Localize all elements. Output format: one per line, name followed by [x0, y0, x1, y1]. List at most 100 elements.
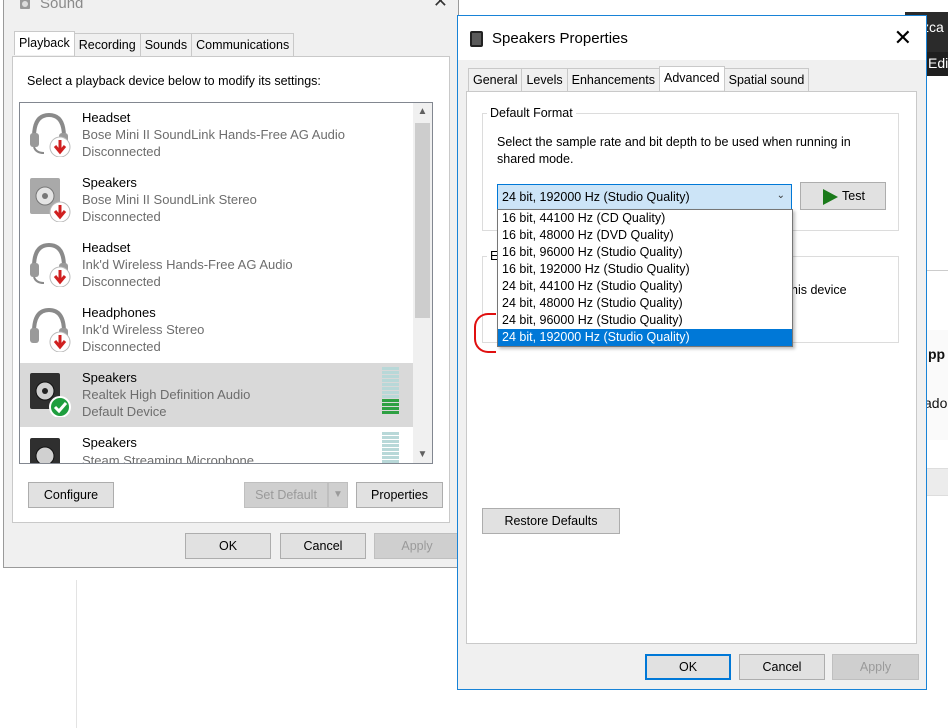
sample-rate-select[interactable]: 24 bit, 192000 Hz (Studio Quality) ⌄ [497, 184, 792, 210]
device-description: Steam Streaming Microphone [82, 453, 254, 464]
level-meter-segment [382, 460, 399, 463]
level-meter-segment [382, 387, 399, 390]
sample-rate-dropdown-list[interactable]: 16 bit, 44100 Hz (CD Quality) 16 bit, 480… [497, 209, 793, 347]
level-meter-segment [382, 444, 399, 447]
tab-sounds[interactable]: Sounds [139, 33, 193, 57]
list-item[interactable]: Headset Ink'd Wireless Hands-Free AG Aud… [20, 233, 413, 297]
background-divider [76, 580, 77, 728]
speaker-icon [470, 31, 483, 47]
background-text-fragment: ado [924, 395, 948, 411]
sound-dialog: Sound ✕ Playback Recording Sounds Commun… [3, 0, 460, 568]
close-icon[interactable]: ✕ [433, 0, 448, 12]
cancel-button[interactable]: Cancel [739, 654, 825, 680]
list-item[interactable]: Headset Bose Mini II SoundLink Hands-Fre… [20, 103, 413, 167]
device-list-scrollbar[interactable]: ▲ ▼ [413, 103, 432, 463]
ok-button[interactable]: OK [645, 654, 731, 680]
device-description: Bose Mini II SoundLink Hands-Free AG Aud… [82, 127, 346, 142]
tab-advanced[interactable]: Advanced [659, 66, 725, 90]
test-button[interactable]: Test [800, 182, 886, 210]
level-meter-segment [382, 395, 399, 398]
list-item[interactable]: Headphones Ink'd Wireless Stereo Disconn… [20, 298, 413, 362]
device-status: Disconnected [82, 274, 161, 289]
level-meter-segment [382, 448, 399, 451]
set-default-button[interactable]: Set Default [244, 482, 328, 508]
device-description: Realtek High Definition Audio [82, 387, 251, 402]
device-description: Ink'd Wireless Stereo [82, 322, 205, 337]
dropdown-option[interactable]: 16 bit, 192000 Hz (Studio Quality) [498, 261, 792, 278]
level-meter-segment [382, 411, 399, 414]
dropdown-option[interactable]: 24 bit, 192000 Hz (Studio Quality) [498, 329, 792, 346]
device-name: Headset [82, 240, 131, 255]
tab-general[interactable]: General [468, 68, 523, 92]
sound-tabs: Playback Recording Sounds Communications [14, 31, 295, 57]
restore-defaults-button[interactable]: Restore Defaults [482, 508, 620, 534]
scroll-up-icon[interactable]: ▲ [413, 103, 432, 120]
level-meter-segment [382, 456, 399, 459]
sound-dialog-titlebar: Sound [18, 0, 83, 17]
ok-button[interactable]: OK [185, 533, 271, 559]
dropdown-option[interactable]: 24 bit, 48000 Hz (Studio Quality) [498, 295, 792, 312]
tab-enhancements[interactable]: Enhancements [566, 68, 661, 92]
level-meter-segment [382, 383, 399, 386]
apply-button[interactable]: Apply [832, 654, 919, 680]
scroll-down-icon[interactable]: ▼ [413, 446, 432, 463]
dropdown-option[interactable]: 16 bit, 44100 Hz (CD Quality) [498, 210, 792, 227]
exclusive-mode-text: his device [791, 283, 847, 297]
dropdown-option[interactable]: 24 bit, 96000 Hz (Studio Quality) [498, 312, 792, 329]
test-button-label: Test [842, 189, 865, 203]
device-name: Headset [82, 110, 131, 125]
speaker-default-icon [30, 373, 71, 417]
set-default-dropdown[interactable]: ▼ [328, 482, 348, 508]
level-meter-segment [382, 403, 399, 406]
tab-levels[interactable]: Levels [521, 68, 568, 92]
annotation-red-mark [474, 313, 496, 353]
scrollbar-thumb[interactable] [415, 123, 430, 318]
tab-recording[interactable]: Recording [73, 33, 141, 57]
level-meter-segment [382, 379, 399, 382]
headphones-disconnected-icon [30, 307, 71, 352]
dropdown-option[interactable]: 16 bit, 48000 Hz (DVD Quality) [498, 227, 792, 244]
tab-spatial-sound[interactable]: Spatial sound [723, 68, 810, 92]
dropdown-option[interactable]: 24 bit, 44100 Hz (Studio Quality) [498, 278, 792, 295]
device-status: Disconnected [82, 209, 161, 224]
level-meter-segment [382, 399, 399, 402]
apply-button[interactable]: Apply [374, 533, 460, 559]
device-list[interactable]: Headset Bose Mini II SoundLink Hands-Fre… [19, 102, 433, 464]
default-format-label: Default Format [487, 106, 576, 120]
level-meter-segment [382, 432, 399, 435]
volume-level-meter [382, 432, 399, 463]
level-meter-segment [382, 452, 399, 455]
level-meter-segment [382, 407, 399, 410]
properties-titlebar: Speakers Properties ✕ [458, 16, 926, 60]
volume-level-meter [382, 367, 399, 415]
chevron-down-icon: ▼ [333, 489, 343, 500]
tab-playback[interactable]: Playback [14, 31, 75, 55]
speakers-properties-dialog: Speakers Properties ✕ General Levels Enh… [457, 15, 927, 690]
dropdown-option[interactable]: 16 bit, 96000 Hz (Studio Quality) [498, 244, 792, 261]
speaker-icon [20, 0, 30, 9]
tab-communications[interactable]: Communications [191, 33, 295, 57]
device-status: Disconnected [82, 339, 161, 354]
headset-disconnected-icon [30, 242, 71, 287]
properties-button[interactable]: Properties [356, 482, 443, 508]
level-meter-segment [382, 391, 399, 394]
list-item[interactable]: Speakers Steam Streaming Microphone [20, 428, 413, 464]
level-meter-segment [382, 371, 399, 374]
device-name: Headphones [82, 305, 156, 320]
configure-button[interactable]: Configure [28, 482, 114, 508]
background-text-fragment: Edi [928, 55, 948, 71]
device-name: Speakers [82, 175, 137, 190]
close-icon[interactable]: ✕ [894, 25, 912, 51]
list-item[interactable]: Speakers Bose Mini II SoundLink Stereo D… [20, 168, 413, 232]
speaker-icon [30, 438, 60, 463]
list-item-selected[interactable]: Speakers Realtek High Definition Audio D… [20, 363, 413, 427]
instruction-text: Select a playback device below to modify… [27, 74, 321, 88]
cancel-button[interactable]: Cancel [280, 533, 366, 559]
device-description: Ink'd Wireless Hands-Free AG Audio [82, 257, 293, 272]
level-meter-segment [382, 367, 399, 370]
properties-tabs: General Levels Enhancements Advanced Spa… [468, 66, 810, 92]
properties-dialog-title: Speakers Properties [492, 30, 628, 47]
device-name: Speakers [82, 370, 137, 385]
default-format-description: Select the sample rate and bit depth to … [497, 135, 851, 166]
sound-dialog-title: Sound [40, 0, 84, 12]
